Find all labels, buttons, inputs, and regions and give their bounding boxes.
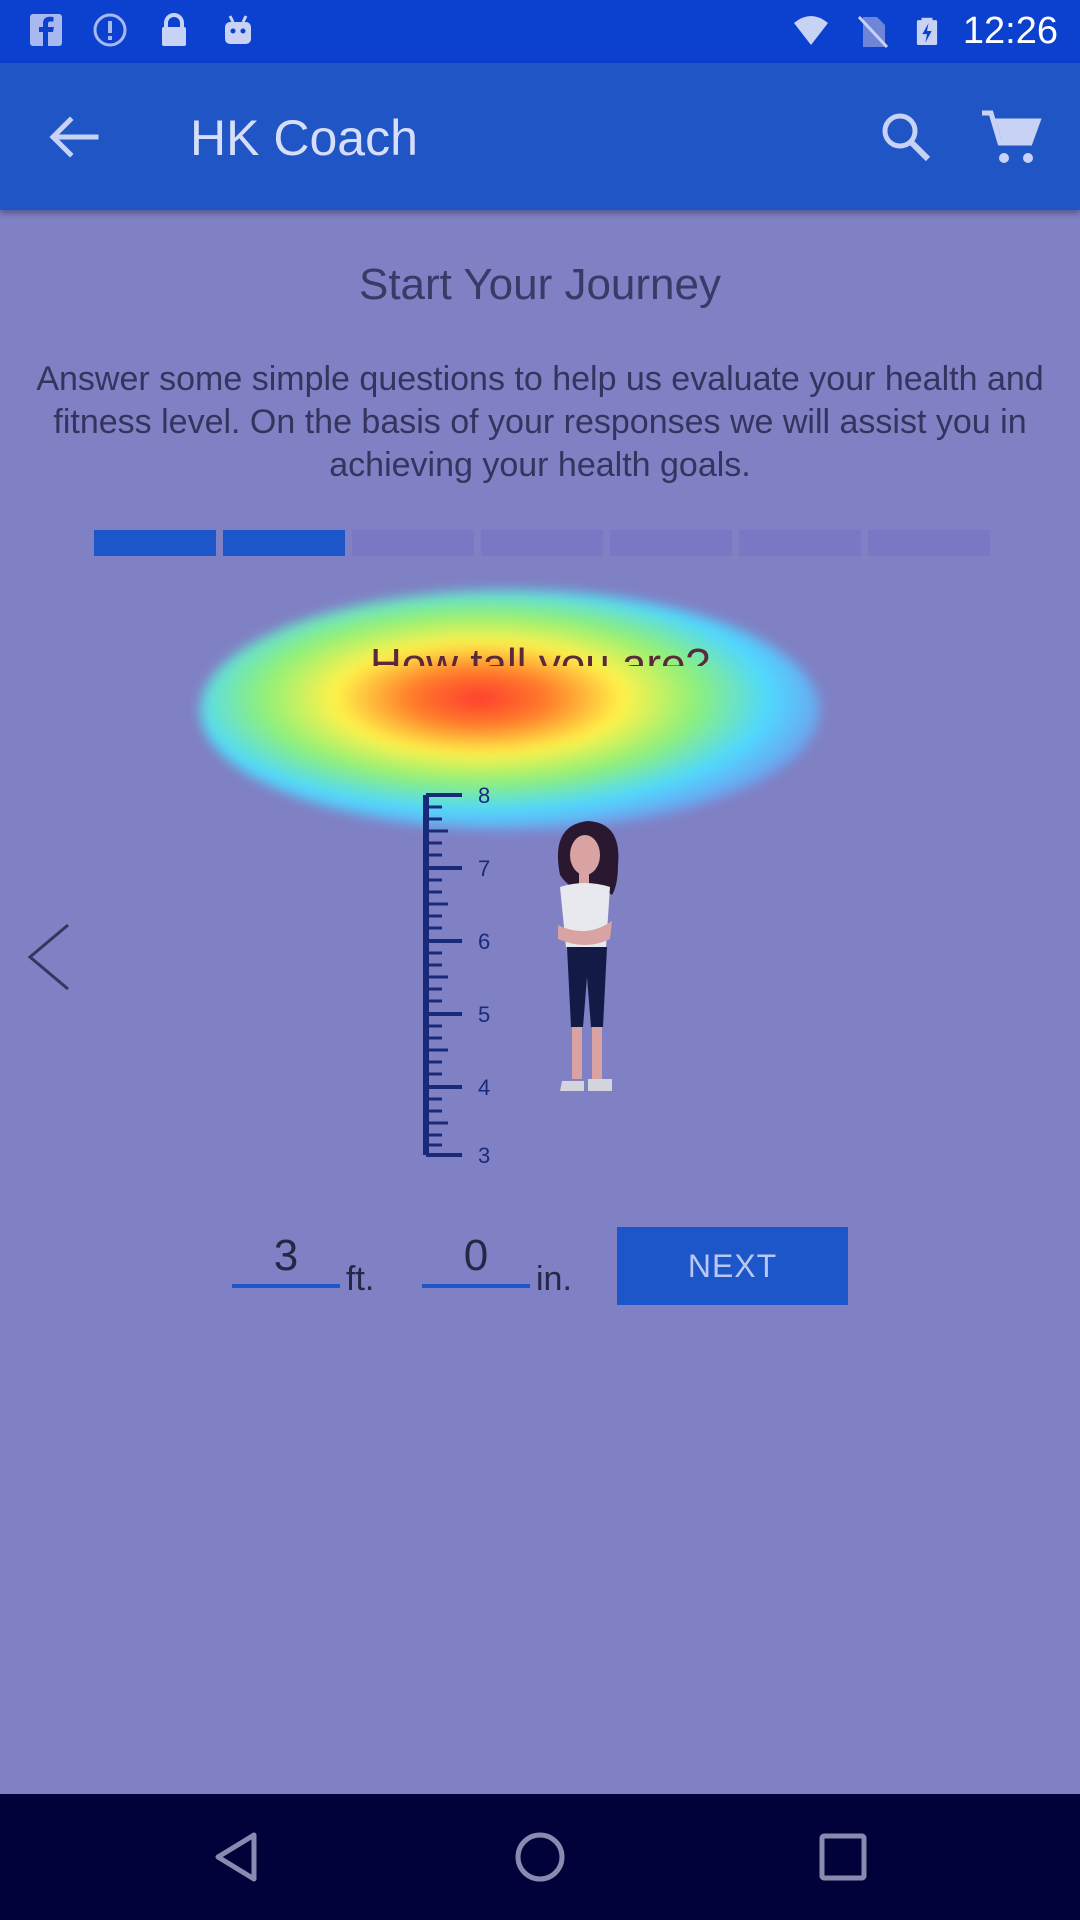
facebook-icon bbox=[30, 14, 62, 46]
progress-step-3 bbox=[352, 530, 474, 556]
system-nav-bar bbox=[0, 1794, 1080, 1920]
height-inches-field[interactable] bbox=[422, 1228, 530, 1288]
cart-icon[interactable] bbox=[978, 105, 1044, 171]
android-icon bbox=[225, 15, 251, 44]
scale-label-5: 5 bbox=[478, 1002, 490, 1027]
arrow-back-icon[interactable] bbox=[44, 107, 104, 167]
clock-time: 12:26 bbox=[962, 10, 1058, 52]
nav-back-icon[interactable] bbox=[208, 1827, 268, 1887]
scale-label-7: 7 bbox=[478, 856, 490, 881]
app-title: HK Coach bbox=[190, 110, 418, 166]
woman-figure bbox=[557, 821, 619, 1091]
height-input-row: ft. in. NEXT bbox=[0, 1210, 1080, 1330]
scale-labels: 8 7 6 5 4 3 bbox=[478, 783, 490, 1165]
lock-icon bbox=[162, 13, 186, 46]
journey-content: Start Your Journey Answer some simple qu… bbox=[0, 210, 1080, 1794]
nav-home-icon[interactable] bbox=[510, 1827, 570, 1887]
progress-step-6 bbox=[739, 530, 861, 556]
next-button[interactable]: NEXT bbox=[617, 1227, 848, 1305]
height-scale bbox=[423, 793, 462, 1157]
chevron-left-icon[interactable] bbox=[24, 895, 74, 1015]
info-icon bbox=[93, 13, 127, 47]
question-text: How tall you are? bbox=[370, 640, 710, 666]
battery-charging-icon bbox=[916, 17, 938, 45]
scale-label-3: 3 bbox=[478, 1143, 490, 1165]
progress-step-1 bbox=[94, 530, 216, 556]
no-sim-icon bbox=[857, 15, 889, 49]
status-bar: 12:26 bbox=[0, 0, 1080, 63]
height-feet-field[interactable] bbox=[232, 1228, 340, 1288]
scale-label-8: 8 bbox=[478, 783, 490, 808]
page-title: Start Your Journey bbox=[358, 260, 721, 309]
wifi-icon bbox=[793, 16, 828, 45]
progress-step-4 bbox=[481, 530, 603, 556]
height-illustration: 8 7 6 5 4 3 bbox=[423, 783, 619, 1165]
nav-recents-icon[interactable] bbox=[813, 1827, 873, 1887]
search-icon[interactable] bbox=[876, 107, 936, 167]
step-progress bbox=[94, 530, 990, 556]
progress-step-2 bbox=[223, 530, 345, 556]
progress-step-5 bbox=[610, 530, 732, 556]
scale-label-4: 4 bbox=[478, 1075, 490, 1100]
intro-text: Answer some simple questions to help us … bbox=[36, 360, 1044, 484]
progress-step-7 bbox=[868, 530, 990, 556]
scale-label-6: 6 bbox=[478, 929, 490, 954]
inches-unit-label: in. bbox=[536, 1260, 572, 1298]
app-bar: HK Coach bbox=[0, 63, 1080, 210]
feet-unit-label: ft. bbox=[346, 1260, 375, 1298]
